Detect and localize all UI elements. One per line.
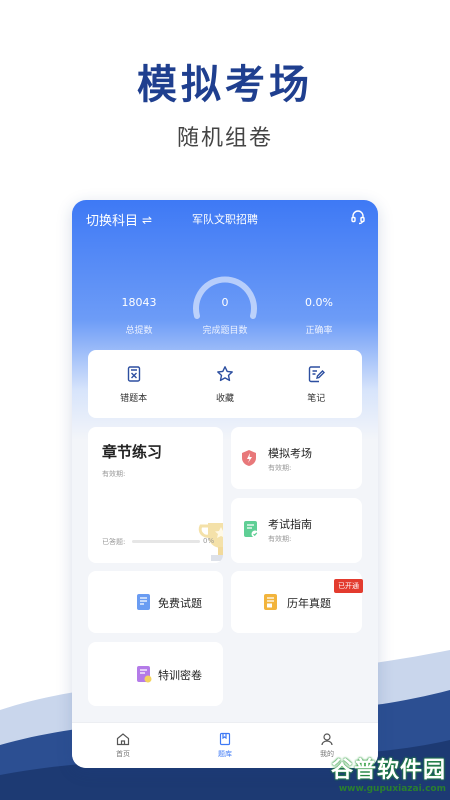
- headset-icon[interactable]: [350, 209, 366, 225]
- stat-value: 0.0%: [305, 296, 333, 309]
- mock-exam-label: 模拟考场: [268, 447, 312, 460]
- stat-value: 0: [221, 296, 229, 309]
- wrong-book-button[interactable]: 错题本: [99, 365, 169, 404]
- stat-label: 总提数: [125, 326, 153, 336]
- wrong-book-icon: [127, 365, 140, 382]
- validity-label: 有效期:: [268, 464, 292, 472]
- watermark-title: 谷普软件园: [330, 758, 446, 783]
- past-papers-label: 历年真题: [287, 597, 331, 610]
- nav-label: 题库: [218, 750, 232, 758]
- mock-exam-card[interactable]: 模拟考场 有效期:: [231, 427, 362, 489]
- question-bank-icon: [219, 732, 231, 746]
- note-icon: [309, 365, 326, 382]
- validity-label: 有效期:: [102, 470, 126, 478]
- watermark-url: www.gupuxiazai.com: [338, 784, 446, 794]
- stat-completed: 0 完成题目数: [187, 296, 263, 336]
- stat-label: 正确率: [305, 326, 333, 336]
- quick-label: 收藏: [215, 393, 234, 404]
- star-icon: [217, 365, 233, 381]
- profile-icon: [321, 733, 333, 746]
- nav-home[interactable]: 首页: [93, 732, 153, 759]
- answered-label: 已答题:: [102, 538, 126, 546]
- free-questions-card[interactable]: 免费试题: [88, 571, 223, 633]
- hero-subtitle: 随机组卷: [176, 126, 273, 151]
- chapter-progress-bar: [132, 540, 200, 543]
- special-training-card[interactable]: 特训密卷: [88, 642, 223, 706]
- quick-label: 笔记: [307, 393, 326, 404]
- notes-button[interactable]: 笔记: [281, 365, 351, 404]
- opened-badge: 已开通: [334, 579, 363, 593]
- chapter-progress-percent: 0%: [203, 537, 215, 545]
- special-training-icon: [137, 666, 152, 683]
- chapter-title: 章节练习: [102, 443, 163, 461]
- stat-total-questions: 18043 总提数: [102, 296, 176, 336]
- top-bar: 切换科目 ⇌ 军队文职招聘: [72, 200, 378, 236]
- validity-label: 有效期:: [268, 535, 292, 543]
- home-icon: [116, 733, 130, 746]
- hero-title: 模拟考场: [137, 62, 313, 108]
- past-papers-card[interactable]: 历年真题 已开通: [231, 571, 363, 633]
- quick-actions: 错题本 收藏 笔记: [88, 350, 362, 418]
- exam-guide-card[interactable]: 考试指南 有效期:: [231, 498, 362, 563]
- nav-question-bank[interactable]: 题库: [195, 732, 255, 759]
- special-training-label: 特训密卷: [158, 669, 202, 682]
- guide-icon: [244, 521, 259, 538]
- stat-value: 18043: [121, 296, 157, 309]
- phone-screen: 切换科目 ⇌ 军队文职招聘 18043 总提数 0 完成题目数 0.0% 正确率…: [72, 200, 378, 768]
- subject-name: 军队文职招聘: [192, 213, 258, 226]
- stat-accuracy: 0.0% 正确率: [282, 296, 356, 336]
- chapter-practice-card[interactable]: 章节练习 有效期: 已答题: 0%: [88, 427, 223, 563]
- stat-label: 完成题目数: [202, 326, 248, 336]
- free-questions-icon: [137, 594, 150, 610]
- shield-icon: [242, 450, 256, 466]
- watermark: 谷普软件园 www.gupuxiazai.com: [331, 752, 446, 794]
- favorites-button[interactable]: 收藏: [190, 365, 260, 404]
- nav-label: 首页: [116, 750, 130, 758]
- past-papers-icon: [264, 594, 277, 610]
- quick-label: 错题本: [120, 393, 148, 404]
- exam-guide-label: 考试指南: [268, 518, 312, 531]
- free-questions-label: 免费试题: [158, 597, 202, 610]
